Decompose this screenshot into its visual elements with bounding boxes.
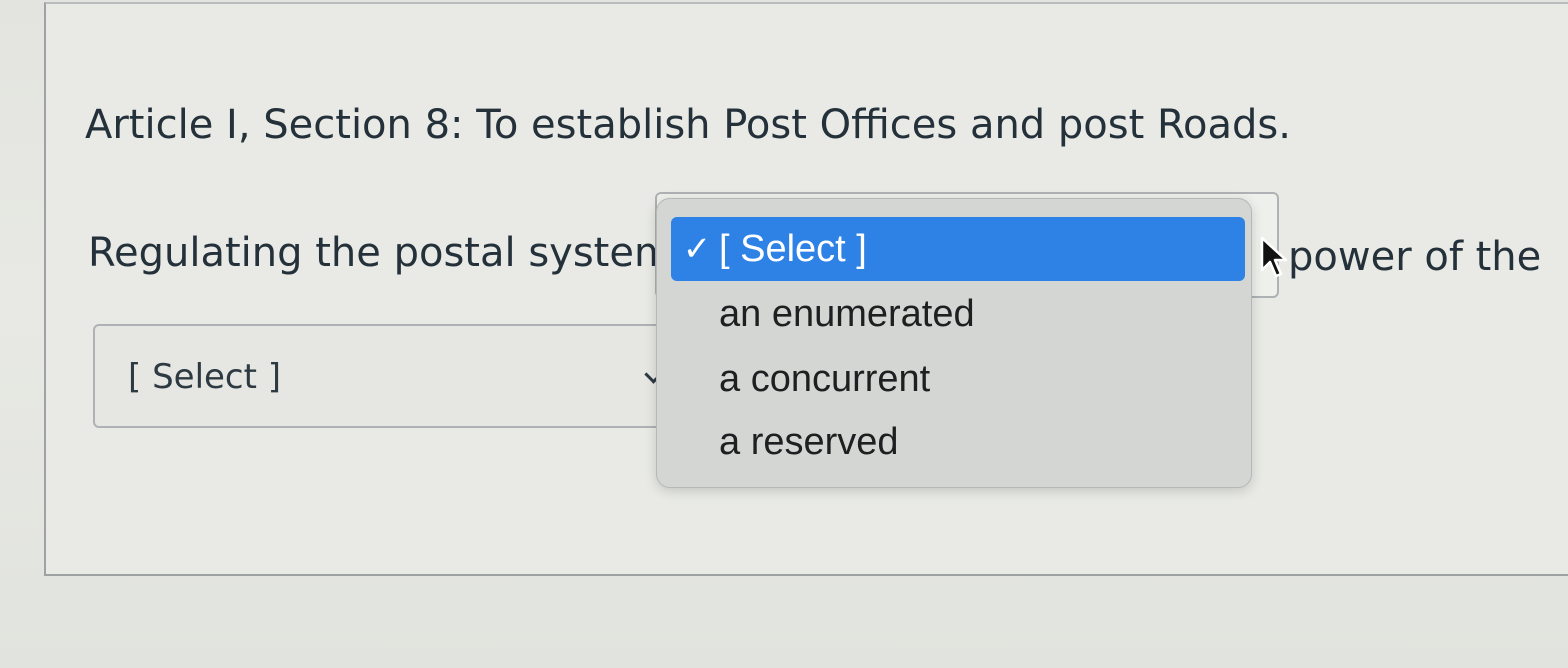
option-label: an enumerated [719, 293, 975, 335]
dropdown-option-concurrent[interactable]: a concurrent [671, 347, 1245, 411]
mouse-pointer-icon [1260, 236, 1288, 278]
dropdown-option-enumerated[interactable]: an enumerated [671, 282, 1245, 346]
answer-select-2-value: [ Select ] [128, 357, 282, 397]
checkmark-icon: ✓ [682, 230, 712, 268]
dropdown-option-select[interactable]: ✓ [ Select ] [671, 217, 1245, 281]
answer-select-2[interactable]: [ Select ] [93, 324, 673, 428]
question-sentence-end: power of the [1288, 234, 1542, 280]
dropdown-menu: ✓ [ Select ] an enumerated a concurrent … [656, 198, 1252, 488]
article-text: Article I, Section 8: To establish Post … [85, 102, 1291, 148]
dropdown-option-reserved[interactable]: a reserved [671, 410, 1245, 474]
option-label: [ Select ] [719, 228, 867, 270]
question-sentence-start: Regulating the postal system is [88, 230, 718, 276]
option-label: a reserved [719, 421, 899, 463]
option-label: a concurrent [719, 358, 931, 400]
